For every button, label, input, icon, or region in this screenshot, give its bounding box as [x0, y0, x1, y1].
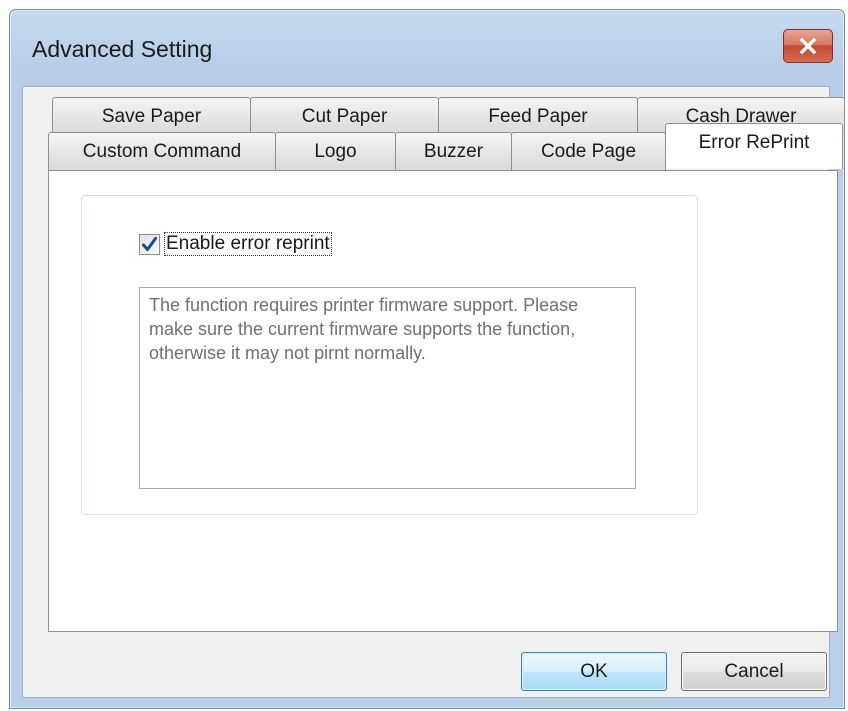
- tab-error-reprint[interactable]: Error RePrint: [665, 123, 843, 169]
- checkbox-label[interactable]: Enable error reprint: [164, 232, 332, 256]
- error-reprint-panel: Enable error reprint The function requir…: [48, 170, 838, 632]
- tab-label: Cut Paper: [301, 105, 388, 127]
- tab-logo[interactable]: Logo: [275, 132, 396, 170]
- title-bar[interactable]: Advanced Setting: [10, 10, 844, 80]
- checkmark-icon: [142, 236, 157, 251]
- tab-label: Feed Paper: [488, 105, 588, 127]
- group-box: Enable error reprint The function requir…: [81, 195, 698, 515]
- tab-custom-command[interactable]: Custom Command: [48, 132, 276, 170]
- enable-error-reprint-checkbox[interactable]: [139, 233, 160, 255]
- ok-button[interactable]: OK: [521, 652, 667, 691]
- tab-feed-paper[interactable]: Feed Paper: [438, 97, 638, 135]
- tab-label: Save Paper: [101, 105, 202, 127]
- tab-buzzer[interactable]: Buzzer: [395, 132, 512, 170]
- firmware-note-textbox: The function requires printer firmware s…: [139, 287, 636, 489]
- tab-label: Code Page: [540, 140, 637, 162]
- close-button[interactable]: [783, 29, 833, 63]
- tab-cut-paper[interactable]: Cut Paper: [250, 97, 439, 135]
- close-icon: [799, 38, 817, 54]
- dialog-client-area: Save Paper Cut Paper Feed Paper Cash Dra…: [22, 86, 845, 698]
- tab-save-paper[interactable]: Save Paper: [52, 97, 251, 135]
- advanced-setting-dialog: Advanced Setting Save Paper Cut Paper Fe…: [9, 9, 845, 709]
- enable-error-reprint-option[interactable]: Enable error reprint: [139, 232, 332, 256]
- tab-label: Custom Command: [82, 140, 242, 162]
- window-title: Advanced Setting: [32, 36, 213, 62]
- tab-row-front: Custom Command Logo Buzzer Code Page Err…: [48, 123, 843, 170]
- tab-code-page[interactable]: Code Page: [511, 132, 666, 170]
- cancel-button[interactable]: Cancel: [681, 652, 827, 691]
- tab-label: Logo: [314, 140, 357, 162]
- tab-label: Buzzer: [423, 140, 484, 162]
- tab-label: Error RePrint: [698, 132, 810, 153]
